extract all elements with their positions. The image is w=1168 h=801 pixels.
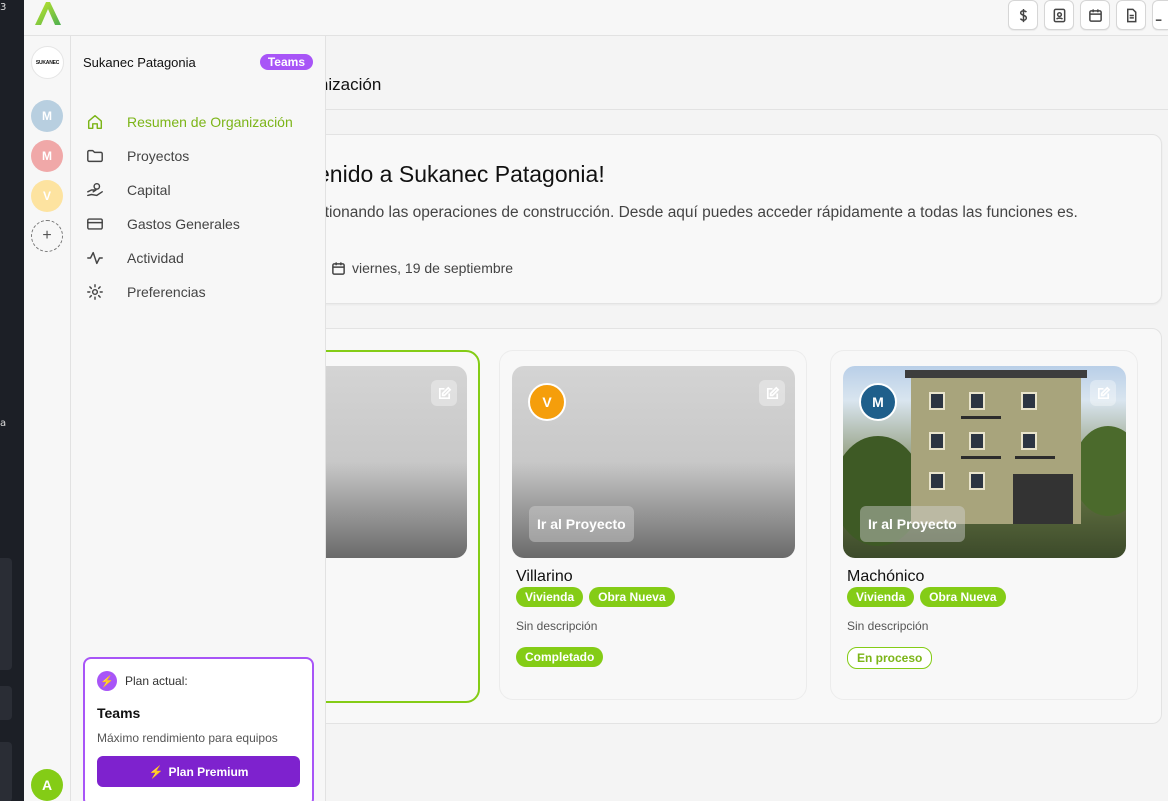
folder-icon <box>85 146 105 166</box>
project-avatar: M <box>859 383 897 421</box>
strip-block <box>0 558 12 670</box>
sidebar-nav: Resumen de Organización Proyectos Capita… <box>85 105 315 309</box>
edit-icon[interactable] <box>1090 380 1116 406</box>
project-tags: Vivienda Obra Nueva <box>516 587 675 607</box>
sidebar-item-proyectos[interactable]: Proyectos <box>85 139 315 173</box>
project-name: Machónico <box>847 568 925 585</box>
strip-block <box>0 742 12 801</box>
welcome-heading: enido a Sukanec Patagonia! <box>317 161 605 187</box>
plus-icon: + <box>42 227 52 244</box>
sidebar-item-label: Gastos Generales <box>127 216 240 232</box>
contacts-icon[interactable] <box>1044 0 1074 30</box>
project-avatar: V <box>528 383 566 421</box>
document-icon[interactable] <box>1116 0 1146 30</box>
org-name: Sukanec Patagonia <box>83 54 196 70</box>
sidebar-item-label: Actividad <box>127 250 184 266</box>
sidebar-item-capital[interactable]: Capital <box>85 173 315 207</box>
hand-coins-icon <box>85 180 105 200</box>
strip-fragment: a <box>0 418 7 429</box>
welcome-card: enido a Sukanec Patagonia! stionando las… <box>300 134 1162 304</box>
current-date: viernes, 19 de septiembre <box>331 260 513 276</box>
edit-icon[interactable] <box>1152 0 1168 30</box>
current-plan-card: ⚡ Plan actual: Teams Máximo rendimiento … <box>83 657 314 801</box>
strip-fragment: 3 <box>0 2 7 13</box>
org-avatar[interactable]: V <box>31 180 63 212</box>
calendar-icon[interactable] <box>1080 0 1110 30</box>
project-tag: Obra Nueva <box>920 587 1006 607</box>
sidebar-item-preferencias[interactable]: Preferencias <box>85 275 315 309</box>
org-avatar[interactable]: M <box>31 100 63 132</box>
sidebar-item-label: Proyectos <box>127 148 190 164</box>
user-avatar[interactable]: A <box>31 769 63 801</box>
lightning-icon: ⚡ <box>148 764 164 779</box>
sidebar-item-actividad[interactable]: Actividad <box>85 241 315 275</box>
upgrade-plan-label: Plan Premium <box>168 764 249 779</box>
plan-label: Plan actual: <box>125 674 188 688</box>
status-badge: En proceso <box>847 647 933 669</box>
projects-section: vea V Ir al Proyecto Villarino Vivienda … <box>171 328 1162 724</box>
sidebar-item-gastos[interactable]: Gastos Generales <box>85 207 315 241</box>
plan-name: Teams <box>97 705 141 721</box>
status-badge: Completado <box>516 647 604 667</box>
sidebar-item-label: Capital <box>127 182 171 198</box>
gear-icon <box>85 282 105 302</box>
upgrade-plan-button[interactable]: ⚡ Plan Premium <box>97 756 300 787</box>
project-name: Villarino <box>516 568 573 585</box>
project-image: M Ir al Proyecto <box>843 366 1126 558</box>
background-window-strip: 3 a <box>0 0 24 801</box>
calendar-icon <box>332 261 345 275</box>
project-tag: Vivienda <box>516 587 584 607</box>
project-description: Sin descripción <box>847 619 929 633</box>
project-card[interactable]: M Ir al Proyecto Machónico Vivienda Obra… <box>830 350 1138 700</box>
project-status: Completado <box>516 647 604 667</box>
photo-garage <box>1013 474 1073 524</box>
project-status: En proceso <box>847 647 933 669</box>
sidebar-item-label: Resumen de Organización <box>127 114 293 130</box>
plan-header: ⚡ Plan actual: <box>97 671 300 691</box>
add-organization-button[interactable]: + <box>31 220 63 252</box>
sidebar-header: Sukanec Patagonia Teams <box>83 52 313 72</box>
lightning-icon: ⚡ <box>97 671 117 691</box>
org-avatar[interactable]: M <box>31 140 63 172</box>
sidebar-panel: Sukanec Patagonia Teams Resumen de Organ… <box>71 36 326 801</box>
project-tag: Obra Nueva <box>589 587 675 607</box>
edit-icon[interactable] <box>431 380 457 406</box>
plan-description: Máximo rendimiento para equipos <box>97 731 278 745</box>
dollar-icon[interactable] <box>1008 0 1038 30</box>
top-actions <box>1008 0 1168 30</box>
org-logo[interactable]: SUKANEC <box>31 46 64 79</box>
credit-card-icon <box>85 214 105 234</box>
top-bar <box>24 0 1168 36</box>
project-description: Sin descripción <box>516 619 598 633</box>
strip-block <box>0 686 12 720</box>
organization-rail: SUKANEC M M V + A <box>24 36 71 801</box>
activity-icon <box>85 248 105 268</box>
home-icon <box>85 112 105 132</box>
welcome-text: stionando las operaciones de construcció… <box>317 204 1078 221</box>
sidebar-item-resumen[interactable]: Resumen de Organización <box>85 105 315 139</box>
project-card[interactable]: V Ir al Proyecto Villarino Vivienda Obra… <box>499 350 807 700</box>
project-tag: Vivienda <box>847 587 915 607</box>
plan-badge: Teams <box>259 54 313 70</box>
project-tags: Vivienda Obra Nueva <box>847 587 1006 607</box>
go-to-project-button[interactable]: Ir al Proyecto <box>529 506 634 542</box>
date-label: viernes, 19 de septiembre <box>352 260 514 276</box>
go-to-project-button[interactable]: Ir al Proyecto <box>860 506 965 542</box>
sidebar-item-label: Preferencias <box>127 284 206 300</box>
project-image: V Ir al Proyecto <box>512 366 795 558</box>
divider <box>326 109 1168 110</box>
edit-icon[interactable] <box>759 380 785 406</box>
app-logo[interactable] <box>32 0 64 28</box>
